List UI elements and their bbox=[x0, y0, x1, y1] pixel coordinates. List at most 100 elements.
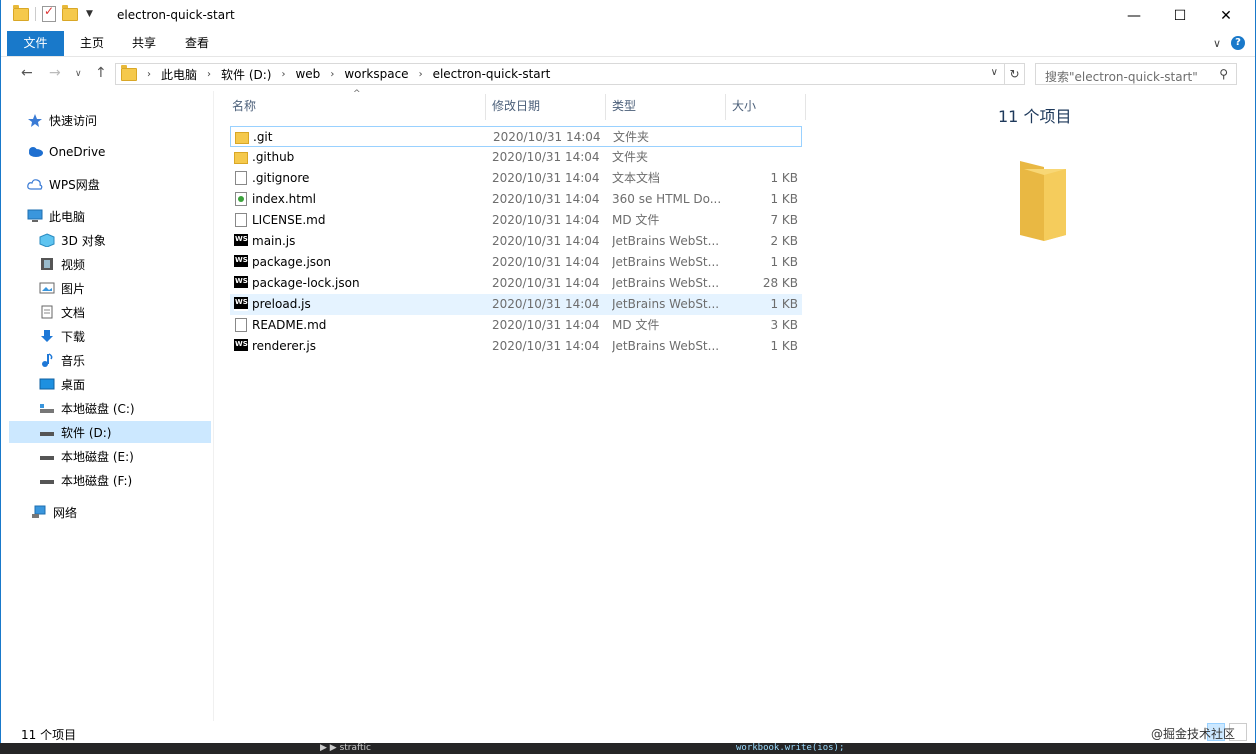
nav-documents[interactable]: 文档 bbox=[39, 301, 85, 323]
file-type: JetBrains WebSt... bbox=[612, 276, 720, 290]
nav-drive-c[interactable]: 本地磁盘 (C:) bbox=[39, 397, 135, 419]
breadcrumb-drive-d[interactable]: 软件 (D:) bbox=[221, 66, 271, 83]
file-modified: 2020/10/31 14:04 bbox=[492, 171, 600, 185]
file-name: README.md bbox=[252, 318, 327, 332]
details-item-count: 11 个项目 bbox=[998, 107, 1072, 126]
nav-this-pc[interactable]: 此电脑 bbox=[27, 205, 85, 227]
nav-music[interactable]: 音乐 bbox=[39, 349, 85, 371]
nav-label: 快速访问 bbox=[49, 113, 98, 128]
drive-icon bbox=[39, 473, 55, 487]
address-bar[interactable]: › 此电脑 › 软件 (D:) › web › workspace › elec… bbox=[115, 63, 1005, 85]
nav-downloads[interactable]: 下载 bbox=[39, 325, 85, 347]
file-name: .gitignore bbox=[252, 171, 310, 185]
nav-label: 软件 (D:) bbox=[61, 425, 112, 440]
file-row[interactable]: WS main.js 2020/10/31 14:04 JetBrains We… bbox=[230, 231, 802, 252]
file-type: 360 se HTML Do... bbox=[612, 192, 722, 206]
file-modified: 2020/10/31 14:04 bbox=[492, 339, 600, 353]
nav-label: 音乐 bbox=[61, 353, 86, 368]
file-row[interactable]: WS renderer.js 2020/10/31 14:04 JetBrain… bbox=[230, 336, 802, 357]
column-header-size[interactable]: 大小 bbox=[732, 91, 802, 121]
nav-label: 桌面 bbox=[61, 377, 86, 392]
tab-share[interactable]: 共享 bbox=[119, 31, 169, 56]
minimize-button[interactable]: — bbox=[1111, 0, 1157, 31]
file-row[interactable]: index.html 2020/10/31 14:04 360 se HTML … bbox=[230, 189, 802, 210]
breadcrumb-current[interactable]: electron-quick-start bbox=[433, 67, 551, 81]
properties-icon[interactable] bbox=[42, 4, 56, 22]
file-size bbox=[729, 127, 799, 148]
file-size: 1 KB bbox=[770, 171, 798, 185]
file-type: JetBrains WebSt... bbox=[612, 234, 720, 248]
column-divider[interactable] bbox=[485, 94, 486, 120]
chevron-down-icon[interactable]: ∨ bbox=[991, 67, 998, 78]
webstorm-icon: WS bbox=[234, 234, 248, 248]
file-icon bbox=[235, 213, 247, 227]
recent-locations-button[interactable]: ∨ bbox=[75, 69, 82, 79]
file-row[interactable]: .github 2020/10/31 14:04 文件夹 bbox=[230, 147, 802, 168]
column-header-name[interactable]: 名称 bbox=[232, 91, 482, 121]
file-row[interactable]: WS package.json 2020/10/31 14:04 JetBrai… bbox=[230, 252, 802, 273]
up-button[interactable]: ↑ bbox=[95, 65, 107, 81]
column-header-type[interactable]: 类型 bbox=[612, 91, 722, 121]
file-row[interactable]: README.md 2020/10/31 14:04 MD 文件 3 KB bbox=[230, 315, 802, 336]
tab-view[interactable]: 查看 bbox=[172, 31, 222, 56]
expand-ribbon-icon[interactable]: ∨ bbox=[1213, 37, 1221, 50]
file-size: 1 KB bbox=[770, 297, 798, 311]
column-divider[interactable] bbox=[605, 94, 606, 120]
nav-label: 此电脑 bbox=[49, 209, 86, 224]
nav-drive-d[interactable]: 软件 (D:) bbox=[9, 421, 211, 443]
close-button[interactable]: ✕ bbox=[1203, 0, 1249, 31]
webstorm-icon: WS bbox=[234, 339, 248, 353]
file-modified: 2020/10/31 14:04 bbox=[492, 192, 600, 206]
file-modified: 2020/10/31 14:04 bbox=[492, 276, 600, 290]
file-row[interactable]: WS preload.js 2020/10/31 14:04 JetBrains… bbox=[230, 294, 802, 315]
file-modified: 2020/10/31 14:04 bbox=[492, 297, 600, 311]
details-pane: 11 个项目 bbox=[974, 91, 1255, 721]
maximize-button[interactable]: ☐ bbox=[1157, 0, 1203, 31]
file-type: 文件夹 bbox=[612, 150, 649, 164]
customize-toolbar-icon[interactable]: ▼ bbox=[86, 9, 93, 19]
file-row[interactable]: LICENSE.md 2020/10/31 14:04 MD 文件 7 KB bbox=[230, 210, 802, 231]
search-icon: ⚲ bbox=[1219, 67, 1228, 81]
document-icon bbox=[39, 305, 55, 319]
help-icon[interactable]: ? bbox=[1231, 36, 1245, 50]
chevron-right-icon[interactable]: › bbox=[330, 69, 334, 80]
nav-network[interactable]: 网络 bbox=[31, 501, 77, 523]
nav-wps-drive[interactable]: WPS网盘 bbox=[27, 173, 100, 195]
nav-onedrive[interactable]: OneDrive bbox=[27, 141, 105, 163]
title-bar: ▼ electron-quick-start — ☐ ✕ bbox=[1, 0, 1255, 31]
nav-3d-objects[interactable]: 3D 对象 bbox=[39, 229, 106, 251]
background-code-line: workbook.write(ios); bbox=[736, 743, 845, 753]
breadcrumb-web[interactable]: web bbox=[295, 67, 320, 81]
breadcrumb-this-pc[interactable]: 此电脑 bbox=[161, 66, 197, 83]
column-header-modified[interactable]: 修改日期 bbox=[492, 91, 602, 121]
refresh-button[interactable]: ↻ bbox=[1005, 63, 1025, 85]
chevron-right-icon[interactable]: › bbox=[147, 69, 151, 80]
file-row[interactable]: .gitignore 2020/10/31 14:04 文本文档 1 KB bbox=[230, 168, 802, 189]
nav-desktop[interactable]: 桌面 bbox=[39, 373, 85, 395]
nav-pictures[interactable]: 图片 bbox=[39, 277, 85, 299]
chevron-right-icon[interactable]: › bbox=[281, 69, 285, 80]
nav-videos[interactable]: 视频 bbox=[39, 253, 85, 275]
tab-file[interactable]: 文件 bbox=[7, 31, 64, 56]
file-row[interactable]: .git 2020/10/31 14:04 文件夹 bbox=[230, 126, 802, 147]
forward-button[interactable]: → bbox=[49, 65, 61, 81]
tab-home[interactable]: 主页 bbox=[67, 31, 117, 56]
nav-drive-e[interactable]: 本地磁盘 (E:) bbox=[39, 445, 134, 467]
nav-drive-f[interactable]: 本地磁盘 (F:) bbox=[39, 469, 132, 491]
chevron-right-icon[interactable]: › bbox=[207, 69, 211, 80]
column-divider[interactable] bbox=[805, 94, 806, 120]
chevron-right-icon[interactable]: › bbox=[419, 69, 423, 80]
status-bar: 11 个项目 bbox=[1, 722, 1255, 743]
file-row[interactable]: WS package-lock.json 2020/10/31 14:04 Je… bbox=[230, 273, 802, 294]
search-input[interactable]: 搜索"electron-quick-start" ⚲ bbox=[1035, 63, 1237, 85]
column-divider[interactable] bbox=[725, 94, 726, 120]
breadcrumb-workspace[interactable]: workspace bbox=[344, 67, 408, 81]
back-button[interactable]: ← bbox=[21, 65, 33, 81]
nav-quick-access[interactable]: 快速访问 bbox=[27, 109, 97, 131]
text-file-icon bbox=[235, 171, 247, 185]
file-modified: 2020/10/31 14:04 bbox=[493, 130, 601, 144]
folder-icon bbox=[121, 64, 137, 81]
background-editor bbox=[0, 743, 1256, 754]
file-modified: 2020/10/31 14:04 bbox=[492, 318, 600, 332]
new-folder-icon[interactable] bbox=[62, 4, 78, 21]
